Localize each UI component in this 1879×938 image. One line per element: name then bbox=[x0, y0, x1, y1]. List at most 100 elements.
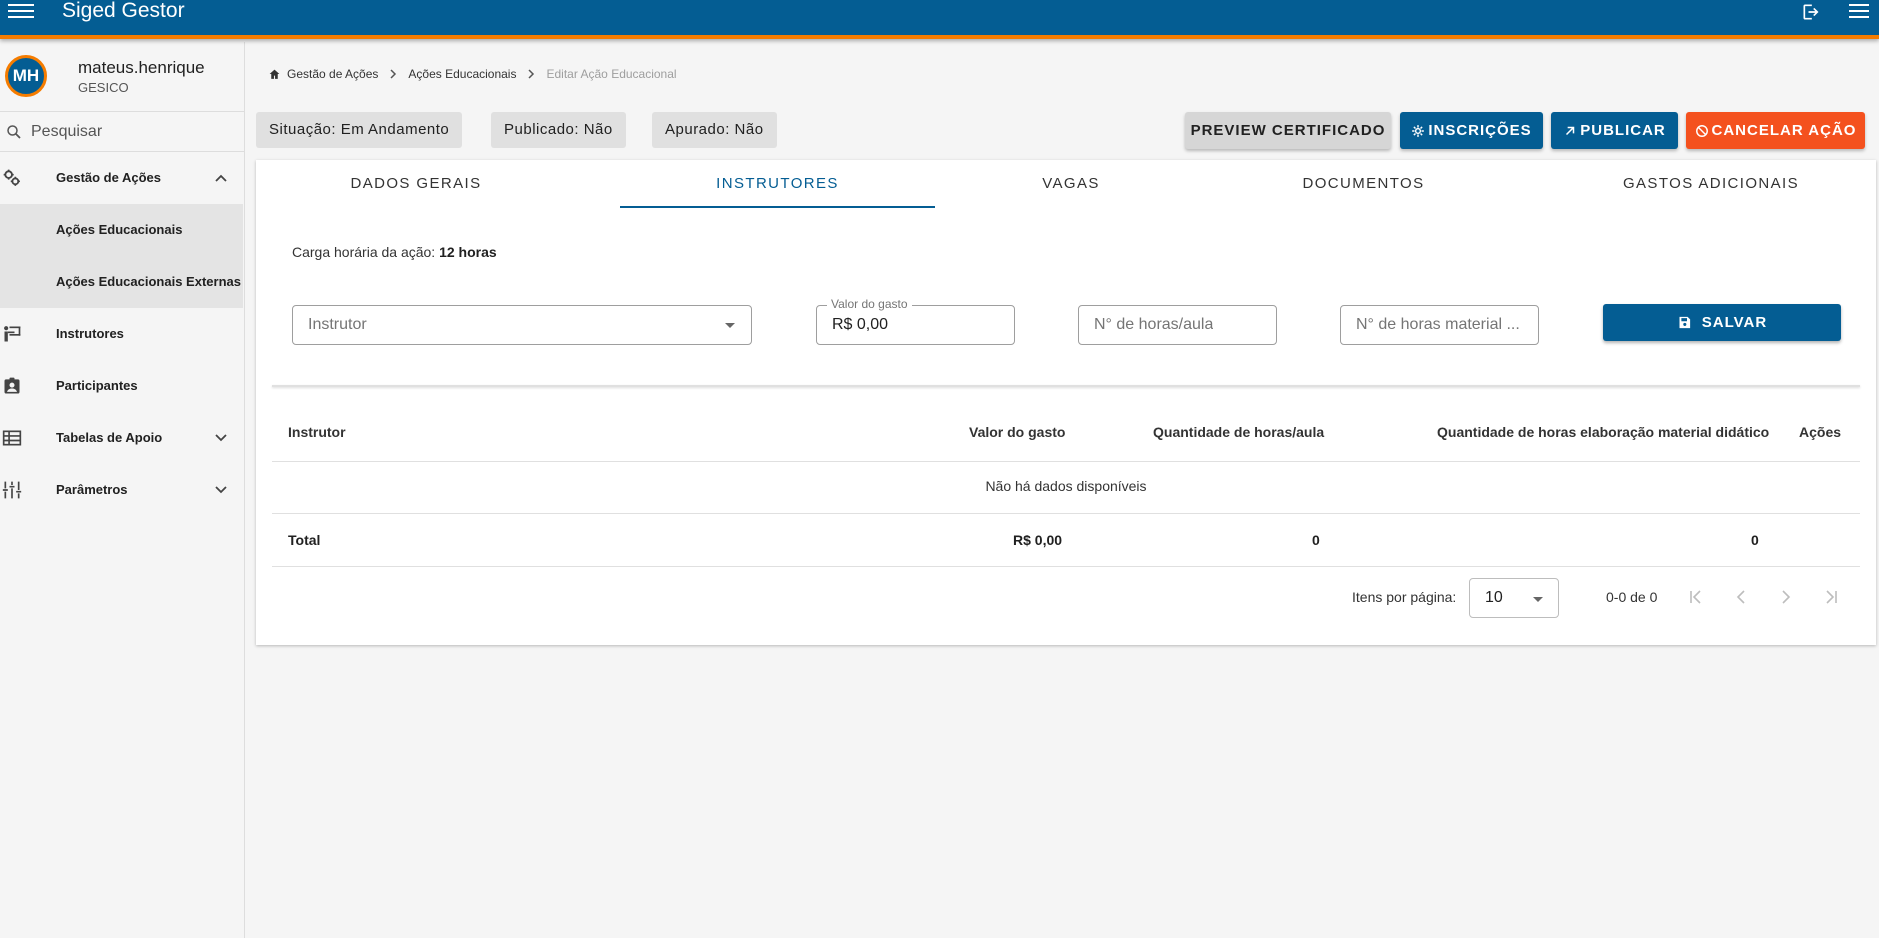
table-icon bbox=[2, 430, 22, 446]
main-card: DADOS GERAIS INSTRUTORES VAGAS DOCUMENTO… bbox=[256, 160, 1876, 645]
user-name: mateus.henrique bbox=[78, 58, 205, 77]
empty-table-message: Não há dados disponíveis bbox=[985, 478, 1147, 494]
first-page-icon[interactable] bbox=[1686, 587, 1706, 607]
app-title: Siged Gestor bbox=[62, 0, 185, 22]
menu-icon[interactable] bbox=[8, 0, 34, 22]
chevron-down-icon bbox=[215, 434, 227, 442]
status-publicado-badge: Publicado: Não bbox=[491, 112, 626, 148]
previous-page-icon[interactable] bbox=[1731, 587, 1751, 607]
button-label: CANCELAR AÇÃO bbox=[1711, 122, 1857, 139]
chevron-right-icon bbox=[528, 69, 535, 79]
sidebar-item-label: Gestão de Ações bbox=[56, 170, 162, 185]
status-situacao-badge: Situação: Em Andamento bbox=[256, 112, 463, 148]
tune-icon bbox=[2, 481, 22, 499]
sidebar-item-parametros[interactable]: Parâmetros bbox=[0, 464, 245, 516]
column-header-instrutor[interactable]: Instrutor bbox=[288, 424, 346, 440]
logout-icon[interactable] bbox=[1800, 2, 1822, 22]
breadcrumb-acoes-educacionais[interactable]: Ações Educacionais bbox=[408, 67, 516, 81]
block-icon bbox=[1695, 124, 1708, 137]
carga-label: Carga horária da ação: bbox=[292, 244, 436, 260]
status-apurado-badge: Apurado: Não bbox=[652, 112, 777, 148]
sidebar-item-gestao-acoes[interactable]: Gestão de Ações bbox=[0, 152, 245, 204]
valor-gasto-label: Valor do gasto bbox=[827, 297, 912, 311]
sidebar-subitem-acoes-externas[interactable]: Ações Educacionais Externas bbox=[0, 256, 243, 308]
menu-icon[interactable] bbox=[1849, 0, 1869, 22]
home-icon[interactable] bbox=[268, 68, 281, 81]
row-divider bbox=[272, 566, 1860, 567]
sidebar-item-label: Tabelas de Apoio bbox=[56, 430, 163, 445]
tab-gastos-adicionais[interactable]: GASTOS ADICIONAIS bbox=[1596, 160, 1826, 208]
tab-documentos[interactable]: DOCUMENTOS bbox=[1276, 160, 1451, 208]
total-valor: R$ 0,00 bbox=[1013, 532, 1063, 548]
paginator-range: 0-0 de 0 bbox=[1606, 589, 1658, 605]
preview-certificado-button[interactable]: PREVIEW CERTIFICADO bbox=[1185, 112, 1391, 149]
avatar[interactable]: MH bbox=[5, 55, 47, 97]
user-org: GESICO bbox=[78, 80, 129, 95]
salvar-button[interactable]: SALVAR bbox=[1603, 304, 1841, 341]
last-page-icon[interactable] bbox=[1821, 587, 1841, 607]
search-input[interactable] bbox=[31, 120, 231, 144]
sidebar-item-label: Ações Educacionais Externas bbox=[56, 274, 241, 289]
instrutor-placeholder: Instrutor bbox=[308, 316, 367, 333]
tab-vagas[interactable]: VAGAS bbox=[1016, 160, 1126, 208]
chevron-up-icon bbox=[215, 174, 227, 182]
column-header-horas-aula[interactable]: Quantidade de horas/aula bbox=[1153, 424, 1324, 440]
save-icon bbox=[1679, 316, 1690, 329]
column-header-acoes: Ações bbox=[1799, 424, 1842, 440]
breadcrumb: Gestão de Ações Ações Educacionais Edita… bbox=[268, 66, 677, 82]
sidebar-item-tabelas-apoio[interactable]: Tabelas de Apoio bbox=[0, 412, 245, 464]
total-horas-aula: 0 bbox=[1312, 532, 1320, 548]
page-size-value: 10 bbox=[1485, 589, 1503, 606]
valor-gasto-value: R$ 0,00 bbox=[832, 316, 889, 333]
horas-material-field[interactable]: N° de horas material ... bbox=[1340, 305, 1539, 345]
paginator-label: Itens por página: bbox=[1352, 589, 1457, 605]
instrutor-select[interactable]: Instrutor bbox=[292, 305, 752, 345]
sidebar-item-participantes[interactable]: Participantes bbox=[0, 360, 245, 412]
sidebar-item-instrutores[interactable]: Instrutores bbox=[0, 308, 245, 360]
badge-icon bbox=[4, 377, 20, 394]
carga-horaria: Carga horária da ação: 12 horas bbox=[292, 244, 497, 260]
search-icon bbox=[7, 125, 21, 139]
row-divider bbox=[272, 461, 1860, 462]
tab-instrutores[interactable]: INSTRUTORES bbox=[620, 160, 935, 208]
row-divider bbox=[272, 513, 1860, 514]
arrow-up-right-icon bbox=[1566, 126, 1575, 135]
horas-aula-field[interactable]: N° de horas/aula bbox=[1078, 305, 1277, 345]
horas-aula-placeholder: N° de horas/aula bbox=[1094, 316, 1214, 333]
sidebar-item-label: Instrutores bbox=[56, 326, 124, 341]
column-header-valor[interactable]: Valor do gasto bbox=[969, 424, 1065, 440]
chevron-down-icon bbox=[215, 486, 227, 494]
gears-icon bbox=[3, 169, 20, 186]
horas-material-placeholder: N° de horas material ... bbox=[1356, 316, 1520, 333]
chevron-right-icon bbox=[390, 69, 397, 79]
breadcrumb-gestao-acoes[interactable]: Gestão de Ações bbox=[287, 67, 378, 81]
sidebar-subitem-acoes-educacionais[interactable]: Ações Educacionais bbox=[0, 204, 243, 256]
button-label: SALVAR bbox=[1701, 314, 1768, 331]
valor-gasto-field[interactable]: Valor do gasto R$ 0,00 bbox=[816, 297, 1015, 345]
dropdown-arrow-icon bbox=[725, 323, 735, 328]
sidebar: MH mateus.henrique GESICO Gestão de Açõe… bbox=[0, 42, 245, 938]
page-size-select[interactable]: 10 bbox=[1469, 578, 1559, 618]
search-box bbox=[0, 111, 245, 152]
gear-icon bbox=[1412, 124, 1425, 137]
next-page-icon[interactable] bbox=[1776, 587, 1796, 607]
total-label: Total bbox=[288, 532, 321, 548]
button-label: PUBLICAR bbox=[1580, 122, 1666, 139]
top-app-bar: Siged Gestor bbox=[0, 0, 1879, 39]
total-horas-material: 0 bbox=[1751, 532, 1759, 548]
cancelar-acao-button[interactable]: CANCELAR AÇÃO bbox=[1686, 112, 1865, 149]
divider bbox=[272, 385, 1860, 387]
column-header-horas-material[interactable]: Quantidade de horas elaboração material … bbox=[1437, 424, 1769, 440]
user-panel: MH mateus.henrique GESICO bbox=[0, 42, 245, 110]
publicar-button[interactable]: PUBLICAR bbox=[1551, 112, 1678, 149]
inscricoes-button[interactable]: INSCRIÇÕES bbox=[1400, 112, 1543, 149]
sidebar-item-label: Parâmetros bbox=[56, 482, 128, 497]
breadcrumb-current: Editar Ação Educacional bbox=[546, 67, 677, 81]
carga-value: 12 horas bbox=[439, 244, 497, 260]
sidebar-item-label: Ações Educacionais bbox=[56, 222, 183, 237]
sidebar-item-label: Participantes bbox=[56, 378, 138, 393]
button-label: INSCRIÇÕES bbox=[1428, 122, 1532, 139]
dropdown-arrow-icon bbox=[1533, 597, 1543, 602]
instructor-icon bbox=[4, 326, 21, 342]
tab-dados-gerais[interactable]: DADOS GERAIS bbox=[316, 160, 516, 208]
